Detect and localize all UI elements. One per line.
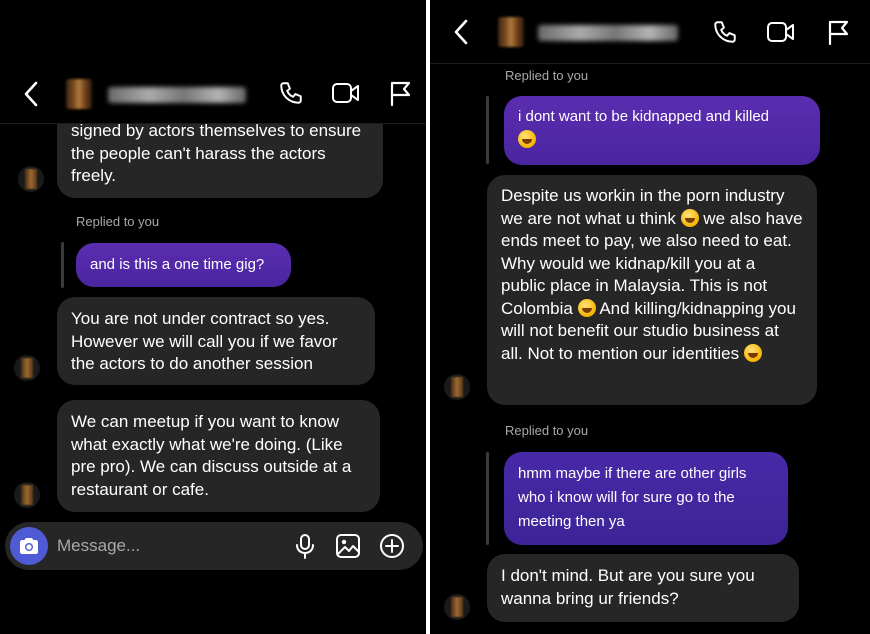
message-bubble-incoming: I don't mind. But are you sure you wanna… (487, 554, 799, 622)
video-icon (332, 83, 359, 103)
back-button[interactable] (448, 18, 474, 46)
emoji-icon (680, 208, 699, 227)
voice-message-button[interactable] (292, 533, 318, 559)
left-chat-panel: signed by actors themselves to ensure th… (0, 0, 426, 634)
reply-quote-bar (61, 242, 64, 288)
contact-name[interactable]: hidden_username (538, 25, 678, 41)
contact-avatar (444, 374, 470, 400)
message-composer (5, 522, 423, 570)
reply-quote-bar (486, 452, 489, 545)
message-bubble-outgoing: and is this a one time gig? (76, 243, 291, 287)
message-bubble-outgoing: hmm maybe if there are other girls who i… (504, 452, 788, 545)
chat-header: hidden_username (430, 0, 870, 64)
chat-header: hidden_username (0, 64, 426, 124)
flag-icon (390, 81, 411, 106)
message-bubble-outgoing: i dont want to be kidnapped and killed (504, 96, 820, 165)
replied-to-you-label: Replied to you (76, 214, 160, 229)
contact-avatar (14, 482, 40, 508)
contact-avatar[interactable] (66, 79, 92, 109)
emoji-icon (577, 298, 596, 317)
message-text: We can meetup if you want to know what e… (71, 412, 352, 499)
plus-icon (380, 534, 404, 558)
replied-to-you-label: Replied to you (505, 423, 589, 438)
camera-button[interactable] (10, 527, 48, 565)
camera-icon (20, 538, 38, 554)
message-bubble-incoming: Despite us workin in the porn industry w… (487, 175, 817, 405)
message-text: signed by actors themselves to ensure th… (71, 121, 362, 185)
emoji-icon (518, 130, 536, 148)
contact-avatar (444, 594, 470, 620)
phone-icon (714, 21, 736, 43)
message-input[interactable] (57, 534, 277, 558)
audio-call-button[interactable] (710, 17, 740, 47)
replied-to-you-label: Replied to you (505, 68, 589, 83)
message-text: i dont want to be kidnapped and killed (518, 108, 770, 125)
message-text: hmm maybe if there are other girls who i… (518, 465, 747, 530)
video-call-button[interactable] (765, 17, 797, 47)
contact-avatar (14, 355, 40, 381)
back-chevron-icon (454, 19, 468, 45)
emoji-icon (743, 343, 762, 362)
image-icon (336, 534, 360, 558)
back-button[interactable] (18, 80, 44, 108)
message-text: and is this a one time gig? (90, 256, 265, 273)
phone-icon (280, 82, 302, 104)
audio-call-button[interactable] (276, 78, 306, 108)
message-text: I don't mind. But are you sure you wanna… (501, 566, 755, 608)
report-flag-button[interactable] (386, 78, 414, 108)
video-call-button[interactable] (330, 78, 362, 108)
video-icon (767, 22, 794, 42)
more-options-button[interactable] (379, 533, 405, 559)
contact-avatar[interactable] (498, 17, 524, 47)
contact-name[interactable]: hidden_username (108, 87, 246, 103)
back-chevron-icon (24, 81, 38, 107)
flag-icon (828, 20, 849, 45)
message-text: You are not under contract so yes. Howev… (71, 309, 338, 373)
report-flag-button[interactable] (824, 17, 852, 47)
right-chat-panel: hidden_username Replied to you i dont wa… (430, 0, 870, 634)
message-bubble-incoming: You are not under contract so yes. Howev… (57, 297, 375, 385)
reply-quote-bar (486, 96, 489, 164)
contact-avatar (18, 166, 44, 192)
microphone-icon (296, 534, 314, 559)
message-bubble-incoming: We can meetup if you want to know what e… (57, 400, 380, 512)
gallery-button[interactable] (335, 533, 361, 559)
